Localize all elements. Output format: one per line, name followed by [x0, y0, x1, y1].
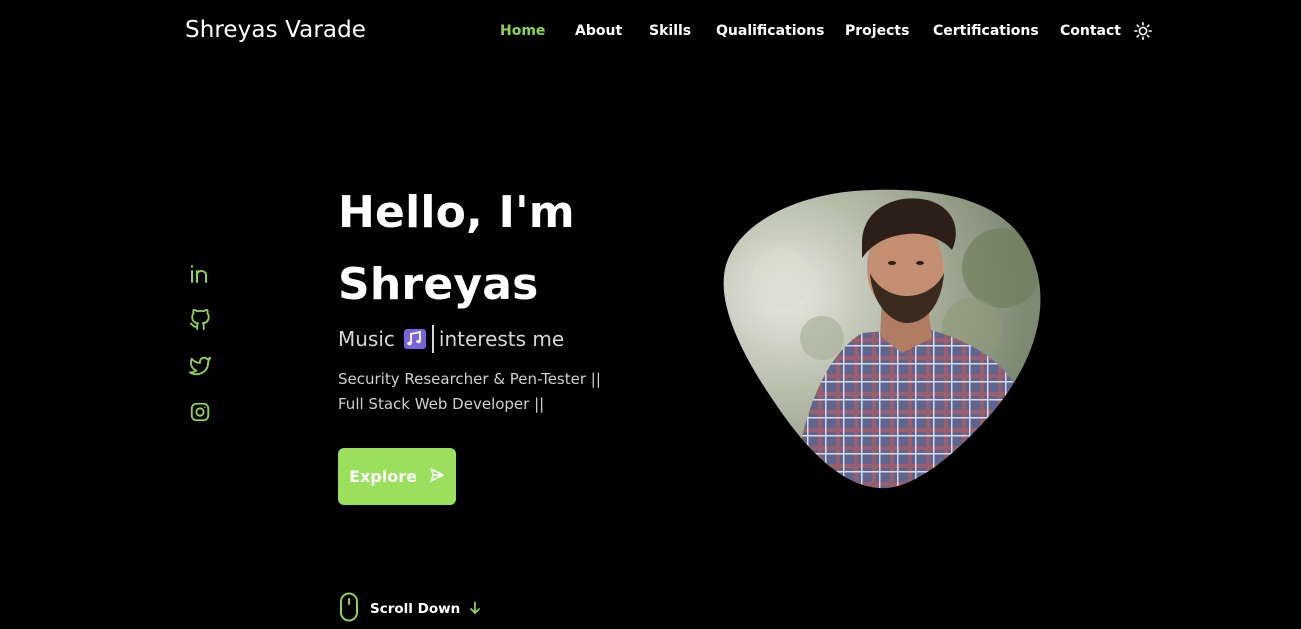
nav-qualifications[interactable]: Qualifications	[716, 23, 824, 39]
typed-prefix: Music	[338, 327, 395, 351]
typed-suffix: interests me	[438, 327, 565, 351]
nav-home[interactable]: Home	[500, 23, 545, 39]
typed-subtitle: Music interests me	[338, 325, 564, 353]
arrow-down-icon	[469, 600, 481, 619]
twitter-icon[interactable]	[189, 355, 211, 377]
scroll-down-link[interactable]: Scroll Down	[338, 592, 481, 626]
site-header: Shreyas Varade Home About Skills Qualifi…	[0, 0, 1301, 64]
hero-name: Shreyas	[338, 259, 539, 310]
profile-photo	[722, 188, 1044, 490]
typing-caret	[431, 325, 434, 353]
nav-about[interactable]: About	[575, 23, 622, 39]
explore-button[interactable]: Explore	[338, 448, 456, 505]
description-line: Security Researcher & Pen-Tester ||	[338, 370, 601, 388]
github-icon[interactable]	[189, 308, 211, 331]
scroll-down-label: Scroll Down	[370, 601, 461, 617]
hero-greeting: Hello, I'm	[338, 187, 575, 238]
main-nav: Home About Skills Qualifications Project…	[0, 0, 1301, 64]
sun-icon[interactable]	[1134, 22, 1153, 41]
hero-description: Security Researcher & Pen-Tester || Full…	[338, 367, 658, 417]
nav-projects[interactable]: Projects	[845, 23, 909, 39]
music-notes-icon	[403, 328, 426, 350]
mouse-icon	[338, 592, 360, 626]
description-line: Full Stack Web Developer ||	[338, 395, 545, 413]
explore-button-label: Explore	[349, 467, 417, 486]
nav-skills[interactable]: Skills	[649, 23, 691, 39]
send-icon	[429, 467, 445, 487]
instagram-icon[interactable]	[189, 401, 211, 423]
linkedin-icon[interactable]	[189, 263, 211, 285]
nav-contact[interactable]: Contact	[1060, 23, 1121, 39]
portfolio-page: Shreyas Varade Home About Skills Qualifi…	[0, 0, 1301, 629]
nav-certifications[interactable]: Certifications	[933, 23, 1039, 39]
